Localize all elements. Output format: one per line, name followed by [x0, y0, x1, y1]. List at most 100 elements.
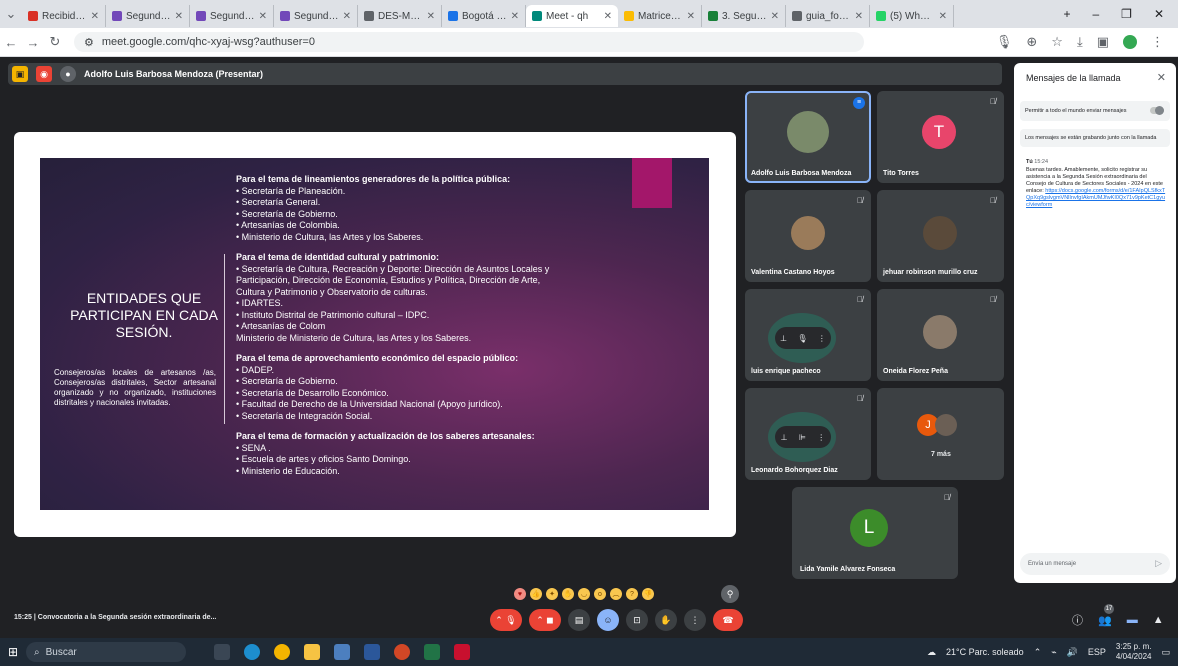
close-tab-icon[interactable]: ✕	[604, 11, 612, 22]
participant-tile[interactable]: 🎙̸ T Tito Torres	[877, 91, 1004, 183]
minimize-icon[interactable]: –	[1092, 7, 1099, 21]
close-tab-icon[interactable]: ✕	[427, 11, 435, 22]
zoom-magnifier-icon[interactable]: ⚲	[721, 585, 739, 603]
bookmark-star-icon[interactable]: ☆	[1051, 34, 1063, 50]
browser-tab[interactable]: Segunda Sesi ✕	[190, 5, 274, 27]
raise-hand-button[interactable]: ✋	[655, 609, 677, 631]
leave-call-button[interactable]: ☎	[713, 609, 743, 631]
participant-tile[interactable]: 🎙̸ ⊥ 🎙 ⋮ luis enrique pacheco	[745, 289, 871, 381]
browser-tab[interactable]: 3. Seguimiento ✕	[702, 5, 786, 27]
close-tab-icon[interactable]: ✕	[511, 11, 519, 22]
browser-tab[interactable]: Recibidos (56) ✕	[22, 5, 106, 27]
store-icon[interactable]	[334, 644, 350, 660]
emoji-button[interactable]: ☺	[597, 609, 619, 631]
mute-icon[interactable]: ⊫	[799, 433, 806, 442]
pin-icon[interactable]: ⊥	[781, 433, 788, 442]
thinking-reaction-icon[interactable]: ?	[626, 588, 638, 600]
language-indicator[interactable]: ESP	[1088, 647, 1106, 657]
close-window-icon[interactable]: ✕	[1154, 7, 1164, 21]
acrobat-icon[interactable]	[454, 644, 470, 660]
sidebar-icon[interactable]: ▣	[1097, 34, 1109, 50]
tile-hover-controls[interactable]: ⊥ 🎙 ⋮	[775, 327, 831, 349]
site-info-icon[interactable]: ⚙	[84, 36, 94, 49]
recording-icon[interactable]: ◉	[36, 66, 52, 82]
notifications-icon[interactable]: ▭	[1161, 647, 1170, 658]
excel-icon[interactable]	[424, 644, 440, 660]
file-explorer-icon[interactable]	[304, 644, 320, 660]
thumbs-up-reaction-icon[interactable]: 👍	[530, 588, 542, 600]
clock[interactable]: 3:25 p. m. 4/04/2024	[1116, 642, 1152, 662]
close-tab-icon[interactable]: ✕	[343, 11, 351, 22]
present-button[interactable]: ⊡	[626, 609, 648, 631]
tile-hover-controls[interactable]: ⊥ ⊫ ⋮	[775, 426, 831, 448]
reload-icon[interactable]: ↻	[44, 34, 66, 50]
browser-tab[interactable]: Bogotá es TIC ✕	[442, 5, 526, 27]
heart-reaction-icon[interactable]: ♥	[514, 588, 526, 600]
browser-tab[interactable]: Segunda Sesi ✕	[274, 5, 358, 27]
people-icon[interactable]: 👥	[1098, 614, 1112, 627]
chat-input[interactable]: Envía un mensaje ▷	[1020, 553, 1170, 575]
weather-icon[interactable]: ☁	[927, 647, 936, 658]
close-chat-icon[interactable]: ✕	[1157, 71, 1166, 84]
mic-icon[interactable]: 🎙	[996, 34, 1013, 50]
powerpoint-icon[interactable]	[394, 644, 410, 660]
surprised-reaction-icon[interactable]: o	[594, 588, 606, 600]
task-view-icon[interactable]	[214, 644, 230, 660]
tab-search-icon[interactable]: ⌄	[0, 6, 22, 22]
participant-tile[interactable]: 🎙̸ Oneida Florez Peña	[877, 289, 1004, 381]
present-icon[interactable]: ▣	[12, 66, 28, 82]
chat-message-link[interactable]: https://docs.google.com/forms/d/e/1FAIpQ…	[1026, 188, 1165, 208]
close-tab-icon[interactable]: ✕	[259, 11, 267, 22]
chat-permission-toggle-row[interactable]: Permitir a todo el mundo enviar mensajes	[1020, 101, 1170, 121]
participant-tile[interactable]: 🎙̸ Valentina Castano Hoyos	[745, 190, 871, 282]
mute-icon[interactable]: 🎙	[797, 334, 807, 343]
chrome-icon[interactable]	[274, 644, 290, 660]
more-options-button[interactable]: ⋮	[684, 609, 706, 631]
close-tab-icon[interactable]: ✕	[91, 11, 99, 22]
forward-icon[interactable]: →	[22, 35, 44, 50]
participant-tile[interactable]: 🎙̸ jehuar robinson murillo cruz	[877, 190, 1004, 282]
browser-tab[interactable]: guia_formulac ✕	[786, 5, 870, 27]
pin-icon[interactable]: ⊥	[780, 334, 787, 343]
info-icon[interactable]: ⓘ	[1072, 612, 1083, 628]
camera-toggle-button[interactable]: ⌃ ◼	[529, 609, 561, 631]
mic-toggle-button[interactable]: ⌃ 🎙	[490, 609, 522, 631]
tray-chevron-icon[interactable]: ⌃	[1034, 647, 1042, 658]
captions-button[interactable]: ▤	[568, 609, 590, 631]
close-tab-icon[interactable]: ✕	[687, 11, 695, 22]
close-tab-icon[interactable]: ✕	[771, 11, 779, 22]
clap-reaction-icon[interactable]: ✋	[562, 588, 574, 600]
party-reaction-icon[interactable]: ✦	[546, 588, 558, 600]
thumbs-down-reaction-icon[interactable]: 👎	[642, 588, 654, 600]
close-tab-icon[interactable]: ✕	[855, 11, 863, 22]
browser-tab[interactable]: (5) WhatsApp ✕	[870, 5, 954, 27]
zoom-icon[interactable]: ⊕	[1026, 34, 1037, 50]
browser-tab[interactable]: Matrices de s ✕	[618, 5, 702, 27]
participant-tile[interactable]: 🎙̸ ⊥ ⊫ ⋮ Leonardo Bohorquez Diaz	[745, 388, 871, 480]
laugh-reaction-icon[interactable]: ◡	[578, 588, 590, 600]
sad-reaction-icon[interactable]: ︵	[610, 588, 622, 600]
profile-avatar[interactable]	[1123, 35, 1137, 49]
browser-tab[interactable]: Meet - qh ✕	[526, 5, 618, 27]
participant-tile[interactable]: 🎙̸ L Lida Yamile Alvarez Fonseca	[792, 487, 958, 579]
menu-kebab-icon[interactable]: ⋮	[1151, 34, 1164, 50]
browser-tab[interactable]: Segunda Sesi ✕	[106, 5, 190, 27]
network-icon[interactable]: ⌁	[1051, 647, 1056, 658]
download-icon[interactable]: ⤓	[1077, 34, 1083, 50]
close-tab-icon[interactable]: ✕	[939, 11, 947, 22]
close-tab-icon[interactable]: ✕	[175, 11, 183, 22]
word-icon[interactable]	[364, 644, 380, 660]
windows-start-icon[interactable]: ⊞	[0, 645, 26, 659]
maximize-icon[interactable]: ❐	[1121, 7, 1132, 21]
weather-text[interactable]: 21°C Parc. soleado	[946, 647, 1024, 657]
url-field[interactable]: ⚙ meet.google.com/qhc-xyaj-wsg?authuser=…	[74, 32, 864, 52]
volume-icon[interactable]: 🔊	[1067, 647, 1078, 658]
edge-icon[interactable]	[244, 644, 260, 660]
send-icon[interactable]: ▷	[1155, 558, 1162, 569]
chat-permission-toggle[interactable]	[1150, 106, 1164, 115]
more-options-icon[interactable]: ⋮	[817, 433, 825, 442]
activities-icon[interactable]: ▲	[1153, 614, 1164, 626]
new-tab-button[interactable]: +	[1063, 7, 1070, 21]
more-participants-tile[interactable]: J 7 más	[877, 388, 1004, 480]
back-icon[interactable]: ←	[0, 35, 22, 50]
